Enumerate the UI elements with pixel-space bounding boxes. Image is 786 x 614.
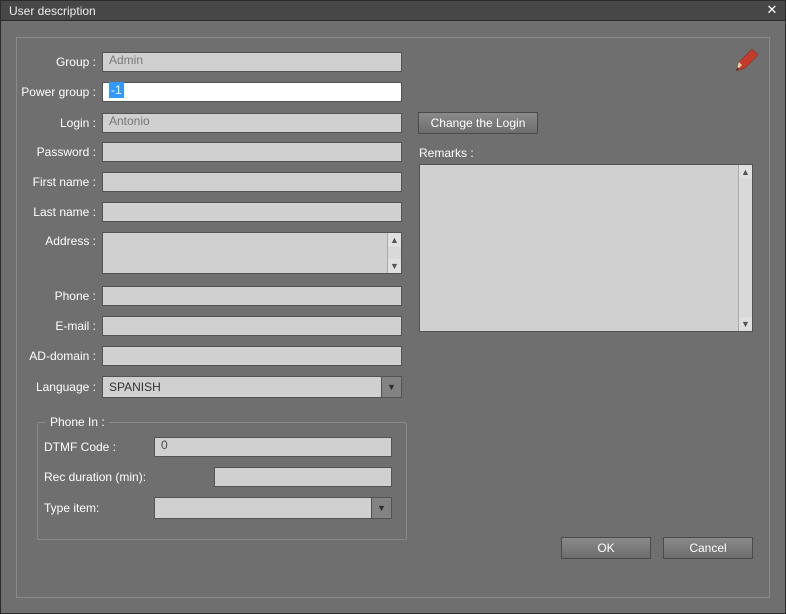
scroll-down-icon[interactable]: ▼ (739, 317, 752, 331)
group-field[interactable]: Admin (102, 52, 402, 72)
chevron-down-icon[interactable]: ▼ (372, 497, 392, 519)
scroll-up-icon[interactable]: ▲ (388, 233, 401, 247)
address-scrollbar[interactable]: ▲ ▼ (387, 233, 401, 273)
email-field[interactable] (102, 316, 402, 336)
remarks-label: Remarks : (419, 146, 474, 160)
firstname-field[interactable] (102, 172, 402, 192)
firstname-label: First name : (17, 175, 102, 189)
phone-label: Phone : (17, 289, 102, 303)
recdur-label: Rec duration (min): (44, 470, 214, 484)
login-field[interactable]: Antonio (102, 113, 402, 133)
scroll-up-icon[interactable]: ▲ (739, 165, 752, 179)
login-label: Login : (17, 116, 102, 130)
email-label: E-mail : (17, 319, 102, 333)
phone-field[interactable] (102, 286, 402, 306)
group-label: Group : (17, 55, 102, 69)
titlebar: User description ✕ (1, 1, 785, 21)
powergroup-field[interactable]: -1 (102, 82, 402, 102)
password-field[interactable] (102, 142, 402, 162)
typeitem-select[interactable]: ▼ (154, 497, 392, 519)
phonein-fieldset: Phone In : DTMF Code : 0 Rec duration (m… (37, 422, 407, 540)
password-label: Password : (17, 145, 102, 159)
remarks-scrollbar[interactable]: ▲ ▼ (738, 165, 752, 331)
change-login-button[interactable]: Change the Login (418, 112, 538, 134)
dtmf-label: DTMF Code : (44, 440, 154, 454)
address-label: Address : (17, 232, 102, 248)
powergroup-label: Power group : (17, 85, 102, 99)
dialog-window: User description ✕ Group : Admin Power g… (0, 0, 786, 614)
cancel-button[interactable]: Cancel (663, 537, 753, 559)
addomain-field[interactable] (102, 346, 402, 366)
typeitem-label: Type item: (44, 501, 154, 515)
address-field[interactable]: ▲ ▼ (102, 232, 402, 274)
phonein-legend: Phone In : (46, 415, 109, 429)
content-panel: Group : Admin Power group : -1 Login : A… (16, 37, 770, 598)
language-select[interactable]: SPANISH ▼ (102, 376, 402, 398)
lastname-field[interactable] (102, 202, 402, 222)
addomain-label: AD-domain : (17, 349, 102, 363)
remarks-field[interactable]: ▲ ▼ (419, 164, 753, 332)
chevron-down-icon[interactable]: ▼ (382, 376, 402, 398)
lastname-label: Last name : (17, 205, 102, 219)
scroll-down-icon[interactable]: ▼ (388, 259, 401, 273)
ok-button[interactable]: OK (561, 537, 651, 559)
language-label: Language : (17, 380, 102, 394)
edit-pen-icon[interactable] (733, 48, 759, 77)
window-title: User description (9, 4, 763, 18)
recdur-field[interactable] (214, 467, 392, 487)
dtmf-field[interactable]: 0 (154, 437, 392, 457)
close-icon[interactable]: ✕ (763, 3, 781, 19)
